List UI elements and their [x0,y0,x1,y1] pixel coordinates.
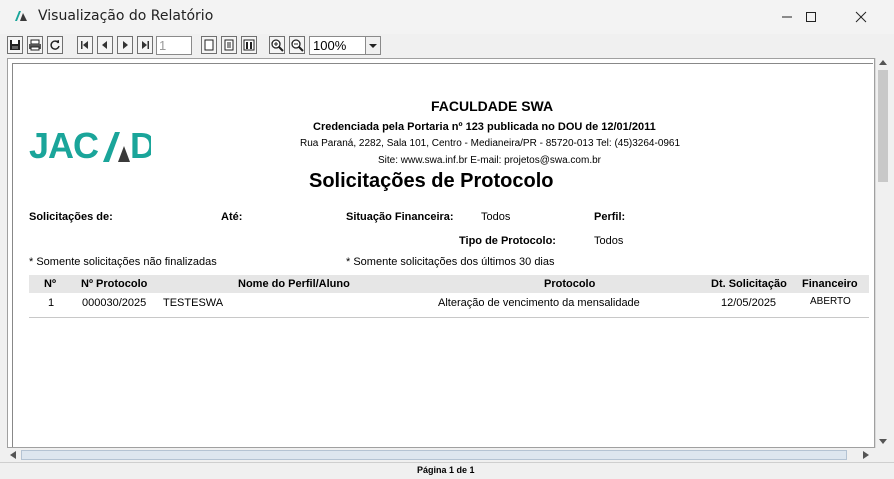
page-width-icon [224,39,234,51]
address-text: Rua Paraná, 2282, Sala 101, Centro - Med… [300,138,681,149]
toolbar: 1 100% [0,34,894,58]
last-page-button[interactable] [137,36,153,54]
multiple-pages-icon [243,39,255,51]
chevron-down-icon [369,43,377,48]
zoom-in-button[interactable] [269,36,285,54]
cell-numero-protocolo: 000030/2025 [82,297,147,309]
last-page-icon [142,41,149,49]
title-bar: Visualização do Relatório [0,0,894,34]
note-last-30-days: * Somente solicitações dos últimos 30 di… [346,256,555,268]
jacad-logo: JAC D [29,126,151,166]
header-dt-solicitacao: Dt. Solicitação [711,278,787,290]
report-page: JAC D FACULDADE SWA Credenciada pela Por… [12,63,873,447]
multiple-pages-button[interactable] [241,36,257,54]
vertical-scroll-thumb[interactable] [878,70,888,182]
app-icon [15,11,27,21]
page-number-input[interactable]: 1 [156,36,192,55]
cell-nome-perfil: TESTESWA [163,297,224,309]
scroll-up-icon[interactable] [879,60,887,66]
filter-tipo-label: Tipo de Protocolo: [459,235,556,247]
close-icon [855,11,867,23]
horizontal-scrollbar[interactable] [7,448,875,462]
zoom-value: 100% [313,38,347,53]
cell-financeiro: ABERTO [810,296,851,307]
maximize-icon [806,12,816,22]
refresh-button[interactable] [47,36,63,54]
previous-page-icon [102,41,107,49]
company-name: FACULDADE SWA [431,98,554,114]
svg-text:JAC: JAC [29,126,99,166]
next-page-icon [123,41,128,49]
maximize-button[interactable] [788,0,834,34]
print-button[interactable] [27,36,43,54]
first-page-icon [81,41,88,49]
filter-solicitacoes-label: Solicitações de: [29,211,113,223]
filter-perfil-label: Perfil: [594,211,626,223]
filter-ate-label: Até: [221,211,243,223]
zoom-out-button[interactable] [289,36,305,54]
scroll-right-icon[interactable] [863,451,869,459]
zoom-dropdown-button[interactable] [365,37,380,54]
zoom-out-icon [290,38,304,52]
report-title: Solicitações de Protocolo [309,170,554,192]
close-button[interactable] [838,0,884,34]
zoom-in-icon [270,38,284,52]
status-bar: Página 1 de 1 [0,462,894,479]
note-not-finished: * Somente solicitações não finalizadas [29,256,217,268]
contact-text: Site: www.swa.inf.br E-mail: projetos@sw… [378,155,601,166]
header-protocolo: Protocolo [544,278,596,290]
svg-text:D: D [130,126,151,166]
report-viewport[interactable]: JAC D FACULDADE SWA Credenciada pela Por… [7,58,875,448]
header-numero: Nº [44,278,56,290]
single-page-icon [204,39,214,51]
cell-dt-solicitacao: 12/05/2025 [721,297,777,309]
vertical-scrollbar[interactable] [875,58,891,448]
zoom-select[interactable]: 100% [309,36,381,55]
previous-page-button[interactable] [97,36,113,54]
save-icon [10,40,20,50]
table-header: Nº Nº Protocolo Nome do Perfil/Aluno Pro… [29,275,869,293]
printer-icon [29,39,41,51]
header-financeiro: Financeiro [802,278,858,290]
next-page-button[interactable] [117,36,133,54]
header-nome-perfil: Nome do Perfil/Aluno [238,278,350,290]
filter-tipo-value: Todos [594,235,624,247]
window-title: Visualização do Relatório [38,8,214,24]
filter-situacao-label: Situação Financeira: [346,211,454,223]
single-page-button[interactable] [201,36,217,54]
horizontal-scroll-thumb[interactable] [21,450,847,460]
filter-situacao-value: Todos [481,211,511,223]
table-row: 1 000030/2025 TESTESWA Alteração de venc… [29,293,869,318]
scroll-down-icon[interactable] [879,438,887,444]
first-page-button[interactable] [77,36,93,54]
cell-numero: 1 [48,297,55,309]
header-numero-protocolo: Nº Protocolo [81,278,148,290]
cell-protocolo: Alteração de vencimento da mensalidade [438,297,640,309]
scroll-left-icon[interactable] [10,451,16,459]
refresh-icon [50,40,60,50]
page-indicator: Página 1 de 1 [417,465,475,475]
accreditation-text: Credenciada pela Portaria nº 123 publica… [313,121,656,133]
save-button[interactable] [7,36,23,54]
page-width-button[interactable] [221,36,237,54]
